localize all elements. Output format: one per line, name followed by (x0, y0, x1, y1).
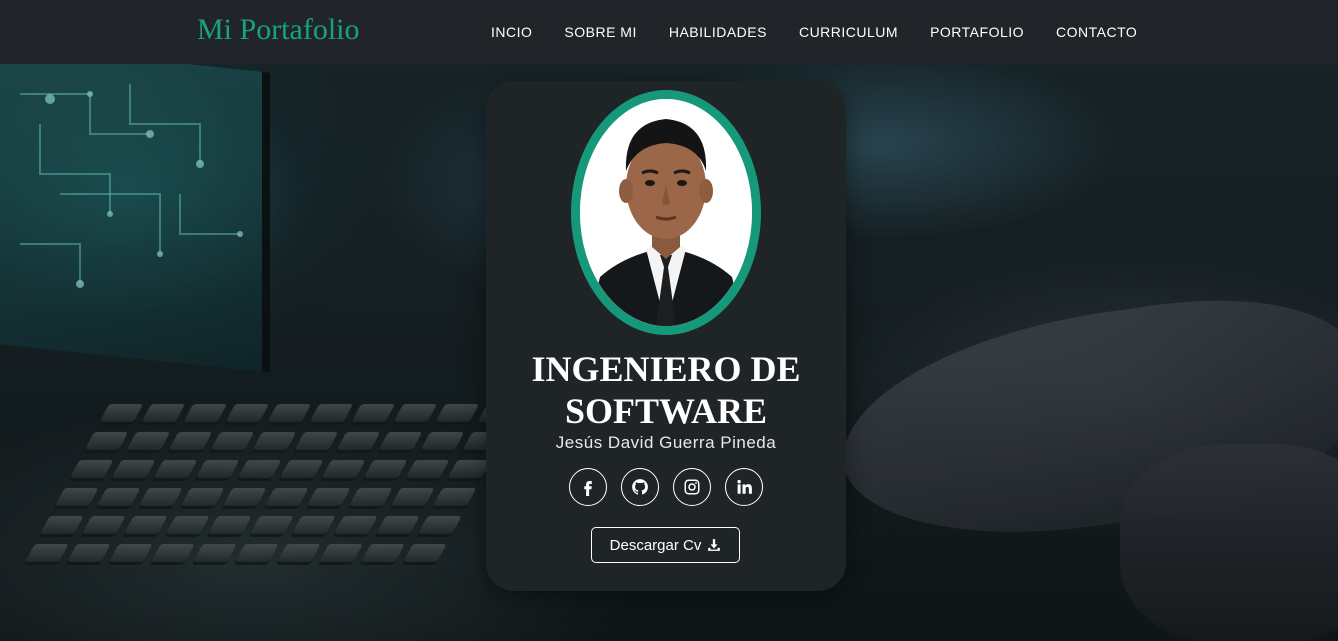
nav-link-contacto[interactable]: CONTACTO (1040, 24, 1153, 40)
download-icon (708, 539, 721, 551)
linkedin-button[interactable] (725, 468, 763, 506)
facebook-icon (584, 481, 592, 496)
profile-name: Jesús David Guerra Pineda (555, 433, 777, 452)
social-links (569, 468, 763, 506)
profile-photo (580, 99, 752, 326)
avatar-frame (571, 90, 761, 335)
nav-link-portafolio[interactable]: PORTAFOLIO (914, 24, 1040, 40)
navbar: Mi Portafolio INCIO SOBRE MI HABILIDADES… (0, 0, 1338, 64)
profile-card: INGENIERO DE SOFTWARE Jesús David Guerra… (486, 81, 846, 591)
linkedin-icon (737, 479, 752, 494)
nav-links: INCIO SOBRE MI HABILIDADES CURRICULUM PO… (475, 0, 1153, 64)
brand-logo[interactable]: Mi Portafolio (197, 13, 360, 47)
download-cv-label: Descargar Cv (609, 536, 702, 554)
facebook-button[interactable] (569, 468, 607, 506)
github-icon (632, 479, 648, 495)
download-cv-button[interactable]: Descargar Cv (591, 527, 740, 563)
github-button[interactable] (621, 468, 659, 506)
nav-link-habilidades[interactable]: HABILIDADES (653, 24, 783, 40)
instagram-button[interactable] (673, 468, 711, 506)
nav-link-curriculum[interactable]: CURRICULUM (783, 24, 914, 40)
profile-headline: INGENIERO DE SOFTWARE (531, 349, 801, 431)
nav-link-inicio[interactable]: INCIO (475, 24, 548, 40)
avatar (580, 99, 752, 326)
nav-link-sobre-mi[interactable]: SOBRE MI (548, 24, 652, 40)
instagram-icon (684, 479, 700, 495)
